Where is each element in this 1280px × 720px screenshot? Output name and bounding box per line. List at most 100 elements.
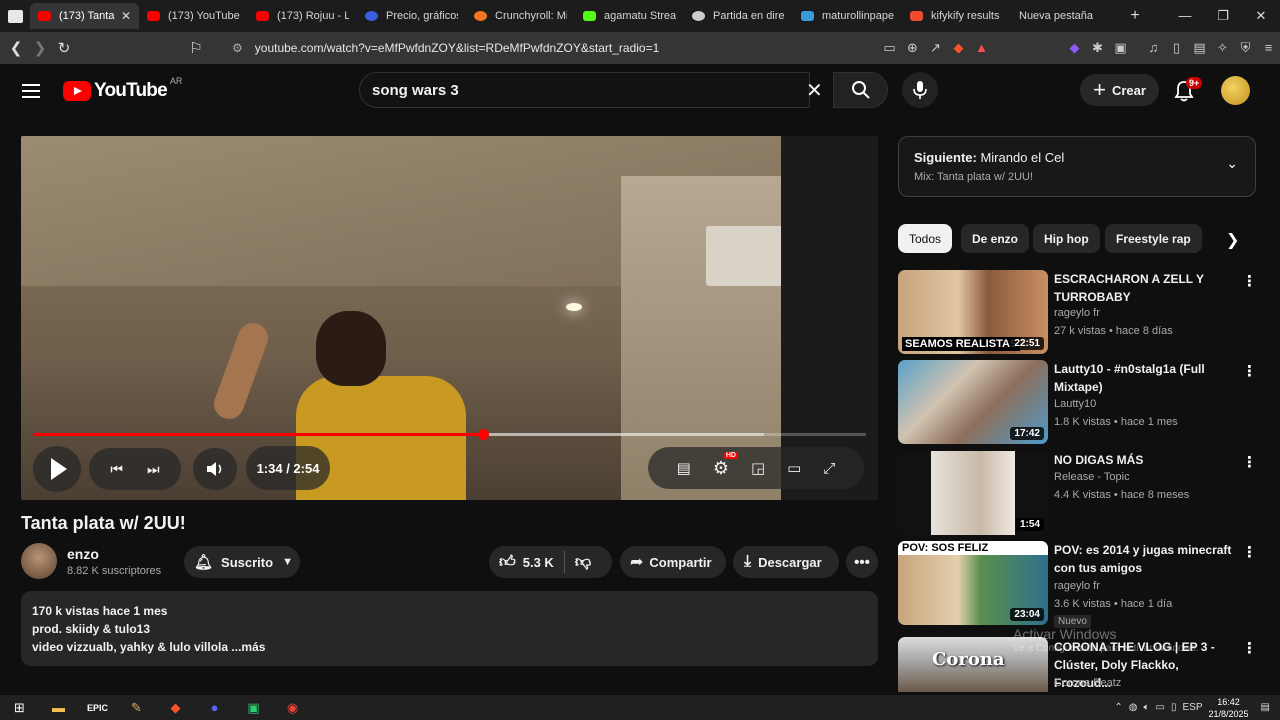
brave-rewards-icon[interactable]: ▲	[970, 40, 993, 56]
volume-button[interactable]	[193, 448, 237, 490]
previous-icon[interactable]: ⏮	[110, 461, 123, 478]
music-icon[interactable]: ♫	[1142, 40, 1165, 56]
discord-icon[interactable]: ●	[195, 695, 234, 720]
cast-icon[interactable]: ▭	[878, 40, 901, 56]
hamburger-menu-icon[interactable]	[22, 84, 40, 98]
vpn-icon[interactable]: ⛨	[1234, 40, 1257, 56]
app-menu-icon[interactable]	[0, 0, 30, 32]
more-vertical-icon[interactable]: ⋮	[1242, 362, 1257, 380]
more-vertical-icon[interactable]: ⋮	[1242, 272, 1257, 290]
recommended-video[interactable]: 1:54 NO DIGAS MÁS Release - Topic 4.4 K …	[898, 451, 1257, 536]
tab-1[interactable]: (173) YouTube	[139, 3, 248, 29]
video-channel[interactable]: rageylo fr	[1054, 307, 1100, 319]
like-button[interactable]: 👍︎ 5.3 K	[499, 553, 554, 572]
screenshot-icon[interactable]: ▣	[1109, 40, 1132, 56]
create-button[interactable]: + Crear	[1080, 74, 1159, 106]
leo-icon[interactable]: ✧	[1211, 40, 1234, 56]
video-channel[interactable]: Lautty10	[1054, 398, 1096, 410]
tab-2[interactable]: (173) Rojuu - Lu	[248, 3, 357, 29]
video-thumbnail[interactable]: 17:42	[898, 360, 1048, 444]
video-channel[interactable]: Corona Beatz	[1054, 677, 1121, 689]
file-explorer-icon[interactable]: ▬	[39, 695, 78, 720]
search-input[interactable]: song wars 3	[359, 72, 810, 108]
video-channel[interactable]: rageylo fr	[1054, 580, 1100, 592]
chip-freestyle-rap[interactable]: Freestyle rap	[1105, 224, 1202, 253]
brave-shield-icon[interactable]: ◆	[947, 40, 970, 56]
account-avatar[interactable]	[1221, 76, 1250, 105]
mix-playlist-header[interactable]: Siguiente: Mirando el Cel Mix: Tanta pla…	[898, 136, 1256, 197]
chip-todos[interactable]: Todos	[898, 224, 953, 253]
wallet-icon[interactable]: ▤	[1188, 40, 1211, 56]
thumbs-down-icon[interactable]: 👎︎	[575, 553, 591, 572]
language-indicator[interactable]: ESP	[1182, 702, 1202, 713]
battery-icon[interactable]: ▯	[1171, 702, 1177, 713]
channel-name[interactable]: enzo	[67, 546, 99, 562]
subscribed-button[interactable]: 🔔︎ Suscrito ▼	[184, 546, 300, 578]
url-field[interactable]: ⚙ youtube.com/watch?v=eMfPwfdnZOY&list=RD…	[232, 41, 878, 55]
new-tab-button[interactable]: +	[1120, 7, 1150, 25]
epic-games-icon[interactable]: EPIC	[78, 695, 117, 720]
back-arrow-icon[interactable]: ❮	[4, 39, 28, 57]
bookmark-icon[interactable]: ⚐	[184, 39, 208, 57]
download-button[interactable]: ⤓ Descargar	[733, 546, 839, 578]
more-vertical-icon[interactable]: ⋮	[1242, 543, 1257, 561]
close-window-icon[interactable]: ✕	[1242, 8, 1280, 24]
tab-8[interactable]: kifykify results o	[902, 3, 1011, 29]
search-button[interactable]	[833, 72, 888, 108]
chip-hip-hop[interactable]: Hip hop	[1033, 224, 1100, 253]
settings-icon[interactable]: ⚙ HD	[713, 451, 738, 479]
zoom-icon[interactable]: ⊕	[901, 40, 924, 56]
theater-mode-icon[interactable]: ▭	[787, 459, 801, 477]
recommended-video[interactable]: 17:42 Lautty10 - #n0stalg1a (Full Mixtap…	[898, 360, 1257, 445]
tab-3[interactable]: Precio, gráficos,	[357, 3, 466, 29]
app-icon[interactable]: ✎	[117, 695, 156, 720]
app-icon[interactable]: ▣	[234, 695, 273, 720]
video-thumbnail[interactable]: 1:54	[898, 451, 1048, 535]
share-icon[interactable]: ↗	[924, 40, 947, 56]
recommended-video[interactable]: POV: SOS FELIZ 23:04 POV: es 2014 y juga…	[898, 541, 1257, 628]
tab-6[interactable]: Partida en direc	[684, 3, 793, 29]
channel-avatar[interactable]	[21, 543, 57, 579]
share-button[interactable]: ➦ Compartir	[620, 546, 726, 578]
location-icon[interactable]: ◍	[1129, 702, 1138, 713]
fullscreen-icon[interactable]: ⤢	[823, 460, 835, 477]
chevron-right-icon[interactable]: ❯	[1226, 230, 1239, 250]
tab-0[interactable]: (173) Tanta ✕	[30, 3, 139, 29]
minimize-icon[interactable]: —	[1166, 8, 1204, 24]
tab-9[interactable]: Nueva pestaña	[1011, 3, 1120, 29]
extension-icon[interactable]: ◆	[1063, 40, 1086, 56]
notification-center-icon[interactable]: ▤	[1261, 702, 1270, 713]
scrubber-handle[interactable]	[477, 429, 489, 440]
puzzle-icon[interactable]: ✱	[1086, 40, 1109, 56]
chrome-icon[interactable]: ◉	[273, 695, 312, 720]
more-actions-button[interactable]: •••	[846, 546, 878, 578]
more-vertical-icon[interactable]: ⋮	[1242, 453, 1257, 471]
tab-5[interactable]: agamatu Stream	[575, 3, 684, 29]
sidebar-icon[interactable]: ▯	[1165, 40, 1188, 56]
brave-browser-icon[interactable]: ◆	[156, 695, 195, 720]
next-icon[interactable]: ⏭	[147, 461, 160, 478]
speaker-icon[interactable]: 🔈︎	[1144, 702, 1150, 713]
voice-search-button[interactable]	[902, 72, 938, 108]
description-box[interactable]: 170 k vistas hace 1 mes prod. skiidy & t…	[21, 591, 878, 666]
show-more-link[interactable]: ...más	[231, 640, 265, 654]
chip-de-enzo[interactable]: De enzo	[961, 224, 1030, 253]
more-vertical-icon[interactable]: ⋮	[1242, 639, 1256, 657]
site-settings-icon[interactable]: ⚙	[232, 41, 243, 55]
youtube-logo[interactable]: YouTube AR	[63, 76, 182, 102]
miniplayer-icon[interactable]: ◲	[751, 459, 765, 477]
reload-icon[interactable]: ↻	[52, 39, 76, 57]
tab-7[interactable]: maturollinpaper	[793, 3, 902, 29]
chevron-down-icon[interactable]: ⌄	[1226, 155, 1238, 172]
windows-start-icon[interactable]: ⊞	[0, 695, 39, 720]
forward-arrow-icon[interactable]: ❯	[28, 39, 52, 57]
recommended-video[interactable]: SEAMOS REALISTAS 22:51 ESCRACHARON A ZEL…	[898, 270, 1257, 355]
video-thumbnail[interactable]: SEAMOS REALISTAS 22:51	[898, 270, 1048, 354]
chevron-up-icon[interactable]: ⌃	[1114, 702, 1122, 713]
video-player[interactable]	[21, 136, 878, 500]
menu-icon[interactable]: ≡	[1257, 40, 1280, 56]
close-tab-icon[interactable]: ✕	[121, 9, 131, 23]
clock[interactable]: 16:42 21/8/2025	[1209, 696, 1249, 720]
clear-search-icon[interactable]: ✕	[806, 78, 823, 103]
video-channel[interactable]: Release - Topic	[1054, 471, 1130, 483]
